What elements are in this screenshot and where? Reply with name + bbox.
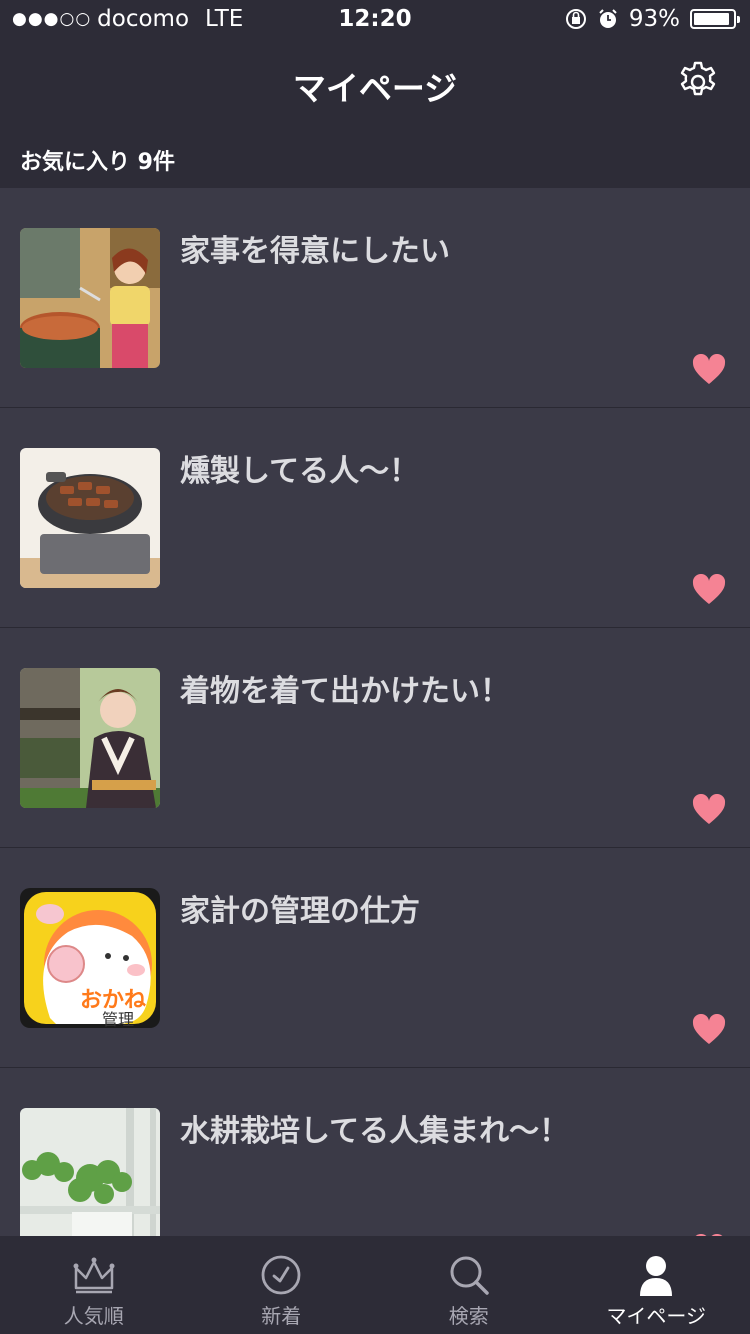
orientation-lock-icon [565, 9, 586, 29]
nav-bar: マイページ [0, 40, 750, 128]
status-right: 93% [565, 6, 740, 32]
item-title: 家事を得意にしたい [180, 234, 450, 269]
favorites-list: 家事を得意にしたい 燻製してる人〜！ 着物を着て出かけたい！ おかね 管理 家計… [0, 188, 750, 1236]
alarm-icon [599, 9, 617, 28]
favorite-heart-icon[interactable] [692, 354, 726, 386]
list-item[interactable]: 着物を着て出かけたい！ [0, 628, 750, 848]
hydroponics-image [20, 1108, 160, 1236]
tab-popular[interactable]: 人気順 [0, 1236, 188, 1334]
favorites-header: お気に入り 9件 [0, 128, 750, 188]
tab-search[interactable]: 検索 [375, 1236, 563, 1334]
clock-icon [261, 1255, 301, 1295]
battery-level [694, 13, 730, 25]
crown-icon [73, 1257, 115, 1294]
battery-percent: 93% [628, 6, 680, 32]
kimono-image [20, 668, 160, 808]
list-item[interactable]: おかね 管理 家計の管理の仕方 [0, 848, 750, 1068]
tab-label: マイページ [606, 1304, 707, 1328]
list-item[interactable]: 家事を得意にしたい [0, 188, 750, 408]
favorite-heart-icon[interactable] [692, 1014, 726, 1046]
tab-label: 検索 [448, 1304, 489, 1328]
list-item[interactable]: 水耕栽培してる人集まれ〜！ [0, 1068, 750, 1236]
anime-cooking-image [20, 228, 160, 368]
list-item[interactable]: 燻製してる人〜！ [0, 408, 750, 628]
status-bar: ●●●○○ docomo LTE 12:20 93% [0, 0, 750, 40]
item-title: 水耕栽培してる人集まれ〜！ [180, 1114, 570, 1149]
tab-label: 人気順 [63, 1304, 124, 1328]
tab-mypage[interactable]: マイページ [563, 1236, 750, 1334]
money-app-icon-image: おかね 管理 [20, 888, 160, 1028]
tab-new[interactable]: 新着 [188, 1236, 376, 1334]
gear-icon[interactable] [676, 60, 720, 104]
grill-image [20, 448, 160, 588]
tab-bar: 人気順 新着 検索 マイページ [0, 1236, 750, 1334]
tab-label: 新着 [261, 1304, 302, 1328]
search-icon [450, 1256, 489, 1295]
page-title: マイページ [292, 69, 458, 108]
person-icon [640, 1256, 673, 1296]
favorite-heart-icon[interactable] [692, 794, 726, 826]
battery-icon [690, 9, 740, 29]
favorites-count-label: お気に入り 9件 [20, 150, 175, 175]
item-title: 着物を着て出かけたい！ [180, 674, 510, 709]
item-title: 家計の管理の仕方 [180, 894, 420, 929]
item-title: 燻製してる人〜！ [180, 454, 420, 489]
kanri-label: 管理 [102, 1010, 135, 1028]
favorite-heart-icon[interactable] [692, 574, 726, 606]
